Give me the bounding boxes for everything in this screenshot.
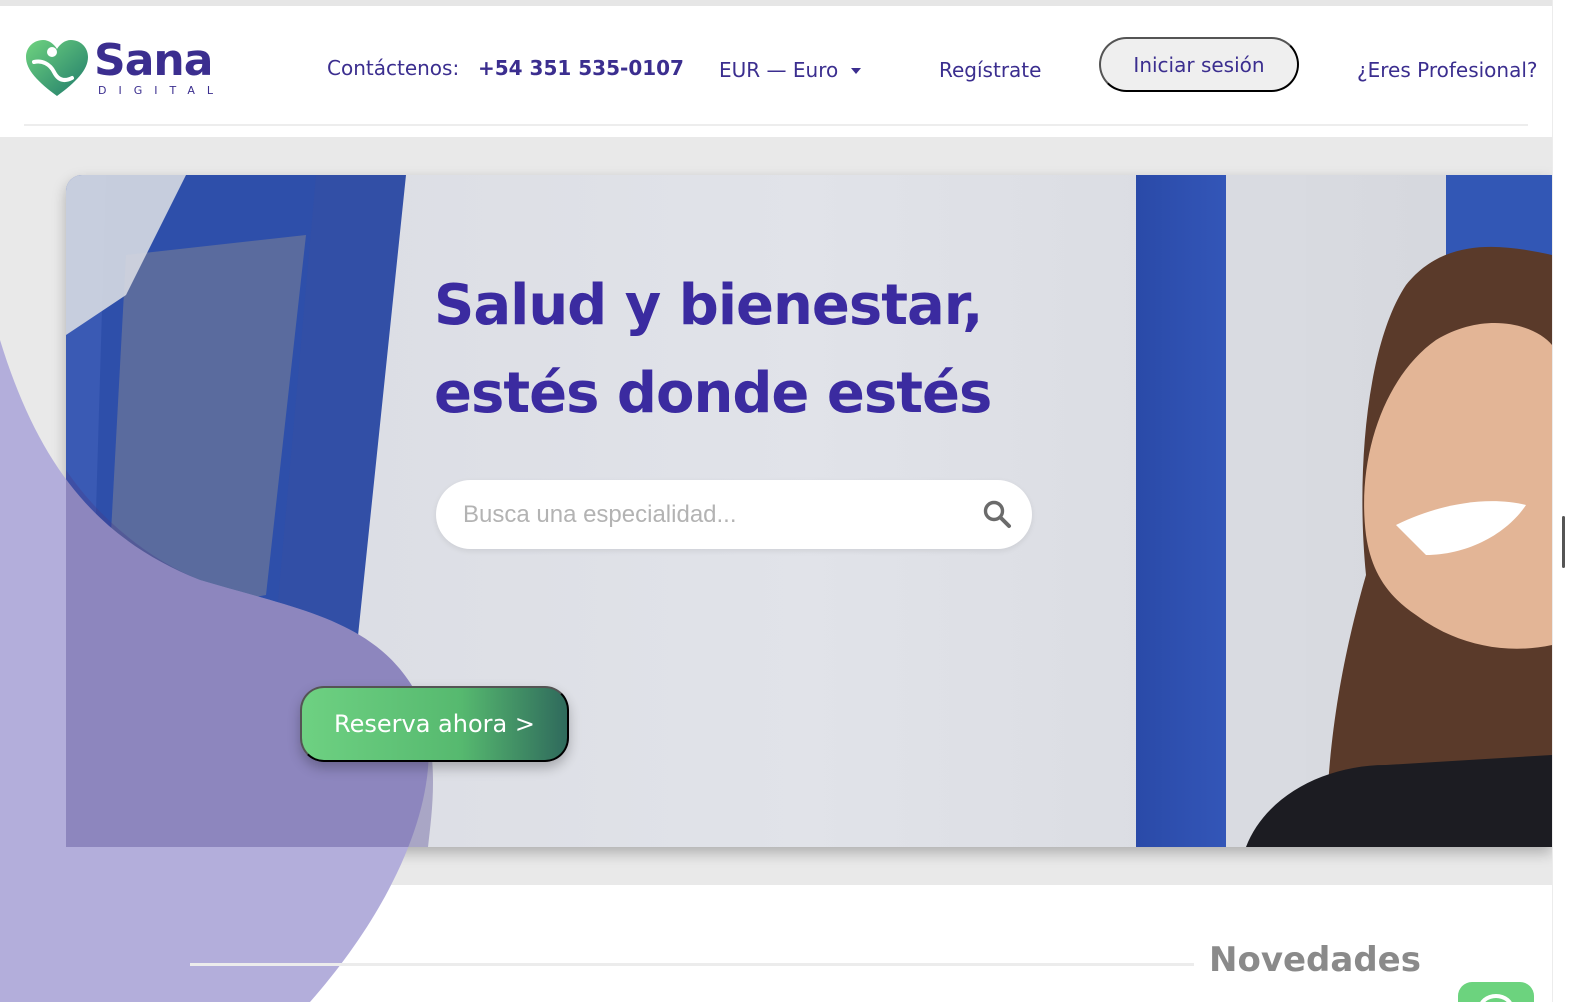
currency-selector[interactable]: EUR — Euro (719, 56, 838, 84)
hero-headline-line2: estés donde estés (434, 361, 992, 426)
heart-logo-icon (26, 40, 88, 96)
logo-wordmark: Sana (94, 35, 213, 86)
scrollbar-thumb[interactable] (1562, 516, 1565, 568)
site-header: Sana DIGITAL Contáctenos: +54 351 535-01… (0, 6, 1552, 136)
search-icon[interactable] (982, 499, 1012, 529)
logo-subtitle: DIGITAL (98, 84, 226, 97)
header-divider (24, 124, 1528, 126)
specialty-search-input[interactable] (463, 497, 963, 533)
news-heading: Novedades (1209, 940, 1421, 980)
caret-down-icon[interactable] (851, 68, 861, 74)
login-button[interactable]: Iniciar sesión (1099, 37, 1299, 92)
contact-label: Contáctenos: (327, 56, 460, 80)
scrollbar[interactable] (1552, 0, 1570, 1002)
specialty-search (436, 480, 1032, 549)
logo[interactable]: Sana DIGITAL (24, 36, 234, 106)
hero-headline: Salud y bienestar, estés donde estés (434, 262, 992, 438)
register-link[interactable]: Regístrate (939, 56, 1041, 84)
hero-headline-line1: Salud y bienestar, (434, 273, 983, 338)
book-now-button[interactable]: Reserva ahora > (300, 686, 569, 762)
news-divider (190, 963, 1194, 966)
professional-link[interactable]: ¿Eres Profesional? (1357, 56, 1538, 84)
contact-phone-link[interactable]: +54 351 535-0107 (478, 54, 684, 82)
